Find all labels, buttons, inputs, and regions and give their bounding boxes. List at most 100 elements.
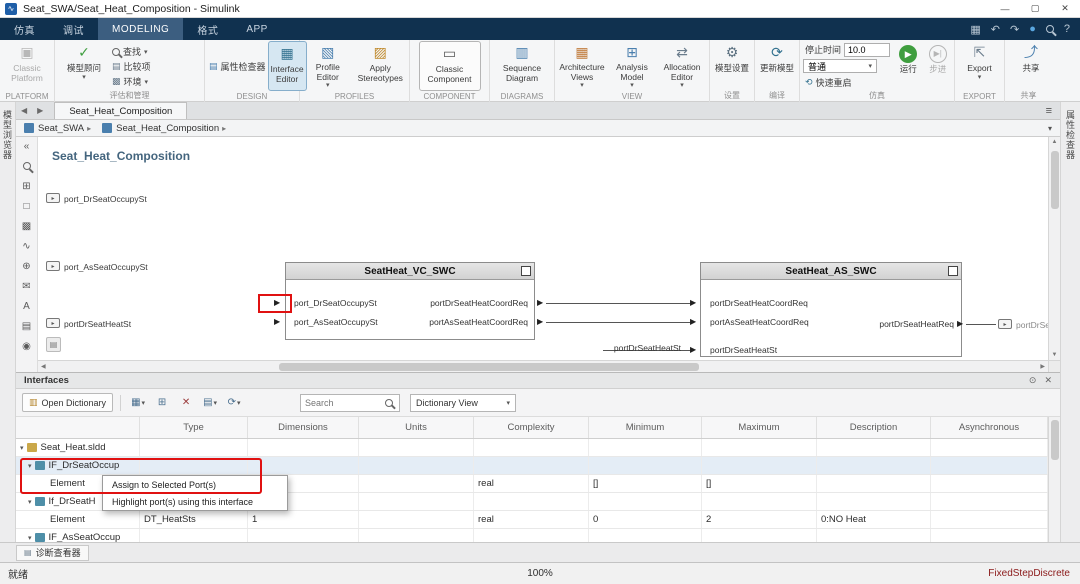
delete-entry-button[interactable]: ✕ <box>176 393 196 412</box>
architecture-views-button[interactable]: ▦ Architecture Views ▾ <box>557 41 607 91</box>
tab-debug[interactable]: 调试 <box>49 18 98 40</box>
area-icon[interactable]: ▩ <box>19 219 35 233</box>
viewer-icon[interactable]: ◉ <box>19 339 35 353</box>
signal-wire[interactable] <box>966 324 996 325</box>
share-button[interactable]: ⤴ 共享 <box>1011 41 1051 91</box>
update-model-button[interactable]: ⟳ 更新模型 <box>757 41 797 91</box>
output-port-arrow-icon[interactable]: ▶ <box>537 317 543 327</box>
tab-list-icon[interactable]: ≡ <box>1046 102 1052 119</box>
column-header[interactable]: Complexity <box>474 417 589 438</box>
column-header[interactable]: Units <box>359 417 474 438</box>
back-icon[interactable]: ◀ <box>16 102 32 119</box>
document-tab[interactable]: Seat_Heat_Composition <box>54 102 188 119</box>
external-output-port[interactable]: ▸ <box>998 319 1012 329</box>
column-header[interactable]: Type <box>140 417 248 438</box>
property-inspector-button[interactable]: ▤ 属性检查器 <box>207 59 268 74</box>
mail-badge-icon[interactable]: ✉ <box>19 279 35 293</box>
property-inspector-dock-tab[interactable]: 属性检查器 <box>1064 110 1077 160</box>
column-header[interactable]: Dimensions <box>248 417 359 438</box>
refresh-button[interactable]: ⟳ ▾ <box>224 393 244 412</box>
minimize-button[interactable]: — <box>990 0 1020 17</box>
column-header[interactable]: Asynchronous <box>931 417 1048 438</box>
run-button[interactable]: ▶ 运行 <box>895 42 921 92</box>
diagnostic-viewer-tab[interactable]: ▤ 诊断查看器 <box>16 544 89 561</box>
add-entry-button[interactable]: ▦ ▾ <box>128 393 148 412</box>
breadcrumb-item-root[interactable]: Seat_SWA <box>38 123 84 134</box>
scrollbar-thumb[interactable] <box>1050 151 1059 209</box>
table-row[interactable]: Element DT_HeatSts 1 real 0 2 0:NO Heat <box>16 511 1048 529</box>
curve-icon[interactable]: ∿ <box>19 239 35 253</box>
canvas-vertical-scrollbar[interactable]: ▲ ▼ <box>1048 137 1060 360</box>
record-icon[interactable]: ● <box>1029 23 1036 35</box>
profile-editor-button[interactable]: ▧ Profile Editor ▾ <box>302 41 354 91</box>
input-port-arrow-icon[interactable]: ▶ <box>690 345 696 355</box>
sequence-diagram-button[interactable]: ▥ Sequence Diagram <box>494 41 550 91</box>
redo-icon[interactable]: ↷ <box>1010 23 1019 36</box>
diagram-canvas[interactable]: Seat_Heat_Composition ▸ port_DrSeatOccup… <box>38 137 1048 360</box>
search-icon[interactable] <box>1045 25 1054 33</box>
output-port-arrow-icon[interactable]: ▶ <box>537 298 543 308</box>
undock-icon[interactable]: ⊙ <box>1029 375 1037 386</box>
export-button[interactable]: ⇱ Export ▾ <box>958 41 1002 91</box>
tab-apps[interactable]: APP <box>232 18 282 40</box>
output-port-arrow-icon[interactable]: ▶ <box>957 319 963 329</box>
external-input-port[interactable]: ▸ <box>46 318 60 328</box>
classic-component-button[interactable]: ▭ Classic Component <box>418 41 481 91</box>
environment-button[interactable]: ▩ 环境 ▾ <box>110 74 153 89</box>
restore-button[interactable]: ▢ <box>1020 0 1050 17</box>
signal-wire[interactable] <box>546 303 691 304</box>
expander-icon[interactable]: ▾ <box>20 444 24 452</box>
fit-view-icon[interactable]: ⊞ <box>19 179 35 193</box>
annotation-icon[interactable]: A <box>19 299 35 313</box>
stop-time-input[interactable] <box>844 42 891 57</box>
search-input[interactable] <box>305 397 386 408</box>
layout-icon[interactable]: ▦ <box>970 23 980 36</box>
apply-stereotypes-button[interactable]: ▨ Apply Stereotypes <box>354 41 407 91</box>
model-settings-button[interactable]: ⚙ 模型设置 <box>712 41 752 91</box>
column-header[interactable]: Minimum <box>589 417 702 438</box>
compare-button[interactable]: ▤ 比较项 <box>110 59 153 74</box>
open-dictionary-button[interactable]: ▥ Open Dictionary <box>22 393 114 412</box>
external-input-port[interactable]: ▸ <box>46 193 60 203</box>
expander-icon[interactable]: ▾ <box>28 498 32 506</box>
scrollbar-thumb[interactable] <box>278 362 699 371</box>
scrollbar-thumb[interactable] <box>1050 420 1059 460</box>
breadcrumb-item-current[interactable]: Seat_Heat_Composition <box>116 123 219 134</box>
analysis-model-button[interactable]: ⊞ Analysis Model ▾ <box>607 41 657 91</box>
tab-format[interactable]: 格式 <box>183 18 232 40</box>
column-header-name[interactable] <box>16 417 140 438</box>
input-port-arrow-icon[interactable]: ▶ <box>690 317 696 327</box>
input-port-arrow-icon[interactable]: ▶ <box>274 317 280 327</box>
import-button[interactable]: ⊞ <box>152 393 172 412</box>
table-row[interactable]: ▾ IF_AsSeatOccup <box>16 529 1048 542</box>
expander-icon[interactable]: ▾ <box>28 534 32 542</box>
table-row[interactable]: ▾ Seat_Heat.sldd <box>16 439 1048 457</box>
zoom-icon[interactable] <box>19 159 35 173</box>
close-button[interactable]: ✕ <box>1050 0 1080 17</box>
close-panel-icon[interactable]: ✕ <box>1044 375 1052 386</box>
external-input-port[interactable]: ▸ <box>46 261 60 271</box>
signal-wire[interactable] <box>546 322 691 323</box>
sim-mode-dropdown[interactable]: 普通 ▾ <box>803 59 877 73</box>
input-port-arrow-icon[interactable]: ▶ <box>690 298 696 308</box>
menu-item-highlight[interactable]: Highlight port(s) using this interface <box>103 493 287 510</box>
hide-browser-icon[interactable]: « <box>19 139 35 153</box>
tab-modeling[interactable]: MODELING <box>98 18 184 40</box>
view-mode-dropdown[interactable]: Dictionary View ▾ <box>410 393 517 412</box>
column-header[interactable]: Description <box>817 417 931 438</box>
breadcrumb-dropdown-icon[interactable]: ▾ <box>1048 124 1052 133</box>
tab-simulation[interactable]: 仿真 <box>0 18 49 40</box>
image-icon[interactable]: ▤ <box>19 319 35 333</box>
block-seatheat-as-swc[interactable]: SeatHeat_AS_SWC <box>700 262 962 357</box>
view-options-button[interactable]: ▤ ▾ <box>200 393 220 412</box>
canvas-corner-icon[interactable]: ▤ <box>46 337 61 352</box>
help-icon[interactable]: ? <box>1064 23 1070 35</box>
panel-scrollbar[interactable] <box>1048 417 1060 542</box>
fast-restart-button[interactable]: ⟲ 快速重启 <box>803 75 892 90</box>
forward-icon[interactable]: ▶ <box>32 102 48 119</box>
left-dock-tab[interactable]: 模型浏览器 <box>1 110 14 160</box>
allocation-editor-button[interactable]: ⇄ Allocation Editor ▾ <box>657 41 707 91</box>
shape-icon[interactable]: □ <box>19 199 35 213</box>
undo-icon[interactable]: ↶ <box>991 23 1000 36</box>
canvas-horizontal-scrollbar[interactable]: ◀ ▶ <box>38 360 1048 372</box>
